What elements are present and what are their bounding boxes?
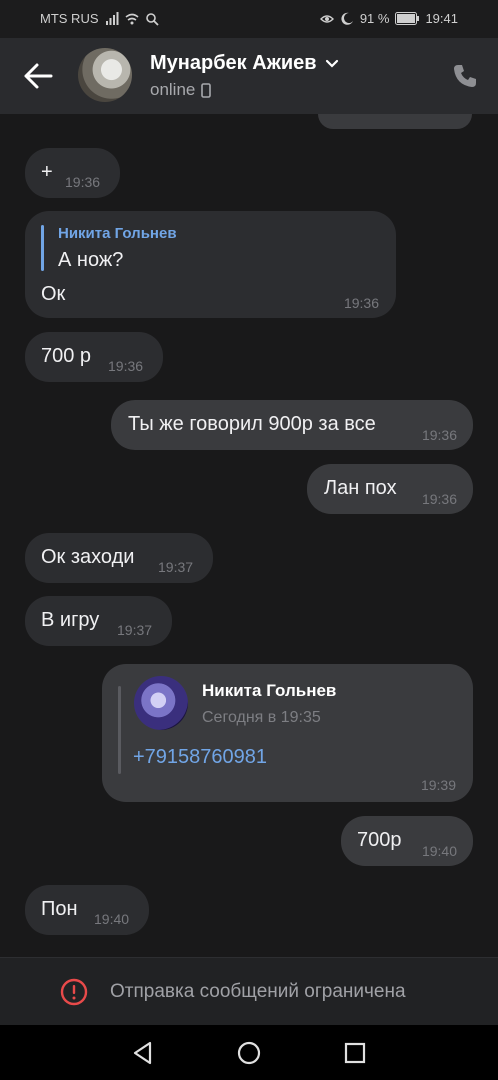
message-bubble[interactable]: Ок заходи 19:37 bbox=[25, 533, 213, 583]
message-time: 19:36 bbox=[343, 295, 379, 311]
mobile-device-icon bbox=[201, 82, 212, 98]
shared-contact-date: Сегодня в 19:35 bbox=[202, 709, 321, 726]
message-text: 700р bbox=[357, 829, 402, 851]
wifi-icon bbox=[124, 13, 139, 24]
contact-card-bubble[interactable]: Никита Гольнев Сегодня в 19:35 +79158760… bbox=[102, 664, 473, 802]
message-text: Ок заходи bbox=[41, 546, 135, 568]
message-text: Лан пох bbox=[324, 477, 397, 499]
phone-icon[interactable] bbox=[452, 63, 478, 89]
message-time: 19:40 bbox=[421, 843, 457, 859]
carrier-label: MTS RUS bbox=[40, 11, 99, 26]
reply-quoted-text: А нож? bbox=[58, 249, 124, 271]
message-text: + bbox=[41, 161, 53, 183]
search-icon bbox=[145, 12, 159, 26]
battery-percent: 91 % bbox=[359, 11, 390, 26]
arrow-left-icon[interactable] bbox=[22, 62, 54, 90]
signal-icon bbox=[105, 11, 118, 25]
message-bubble[interactable]: 700 р 19:36 bbox=[25, 332, 163, 382]
message-time: 19:37 bbox=[117, 622, 153, 638]
message-bubble-reply[interactable]: Никита Гольнев А нож? Ок 19:36 bbox=[25, 211, 396, 318]
message-restriction-bar: Отправка сообщений ограничена bbox=[0, 957, 498, 1026]
shared-contact-name[interactable]: Никита Гольнев bbox=[202, 681, 336, 701]
contact-name[interactable]: Мунарбек Ажиев bbox=[150, 52, 339, 75]
shared-contact-phone[interactable]: +79158760981 bbox=[133, 746, 267, 769]
circle-home-icon[interactable] bbox=[236, 1040, 262, 1066]
triangle-back-icon[interactable] bbox=[130, 1040, 156, 1066]
message-time: 19:37 bbox=[158, 559, 194, 575]
reply-author[interactable]: Никита Гольнев bbox=[58, 225, 177, 242]
reply-bar bbox=[41, 225, 44, 271]
partial-bubble-visible bbox=[318, 114, 472, 129]
battery-icon bbox=[395, 12, 420, 25]
message-bubble[interactable]: Пон 19:40 bbox=[25, 885, 149, 935]
status-bar: MTS RUS 91 % 19:41 bbox=[0, 0, 498, 38]
message-text: Ок bbox=[41, 283, 66, 305]
eye-icon bbox=[319, 14, 334, 23]
moon-icon bbox=[341, 12, 353, 25]
message-time: 19:36 bbox=[421, 491, 457, 507]
message-text: В игру bbox=[41, 609, 100, 631]
message-time: 19:40 bbox=[94, 911, 130, 927]
message-bubble-outgoing[interactable]: 700р 19:40 bbox=[341, 816, 473, 866]
message-text: 700 р bbox=[41, 345, 92, 367]
system-nav-bar bbox=[0, 1025, 498, 1080]
message-time: 19:36 bbox=[108, 358, 144, 374]
contact-avatar[interactable] bbox=[78, 48, 132, 102]
message-time: 19:36 bbox=[65, 174, 101, 190]
chevron-down-icon bbox=[325, 59, 338, 68]
message-text: Пон bbox=[41, 898, 78, 920]
message-text: Ты же говорил 900р за все bbox=[128, 413, 376, 435]
card-bar bbox=[118, 686, 121, 774]
exclamation-circle-icon bbox=[60, 978, 88, 1006]
header-content: Мунарбек Ажиев online bbox=[0, 38, 498, 114]
message-time: 19:39 bbox=[420, 777, 456, 793]
status-text: online bbox=[150, 80, 196, 99]
message-bubble[interactable]: + 19:36 bbox=[25, 148, 120, 198]
contact-status: online bbox=[150, 80, 212, 100]
message-bubble[interactable]: В игру 19:37 bbox=[25, 596, 172, 646]
clock: 19:41 bbox=[425, 11, 458, 26]
square-recent-icon[interactable] bbox=[342, 1040, 368, 1066]
restriction-text: Отправка сообщений ограничена bbox=[110, 981, 406, 1002]
contact-name-text: Мунарбек Ажиев bbox=[150, 52, 317, 74]
shared-contact-avatar[interactable] bbox=[134, 676, 188, 730]
message-bubble-outgoing[interactable]: Ты же говорил 900р за все 19:36 bbox=[111, 400, 473, 450]
message-bubble-outgoing[interactable]: Лан пох 19:36 bbox=[307, 464, 473, 514]
message-time: 19:36 bbox=[421, 427, 457, 443]
